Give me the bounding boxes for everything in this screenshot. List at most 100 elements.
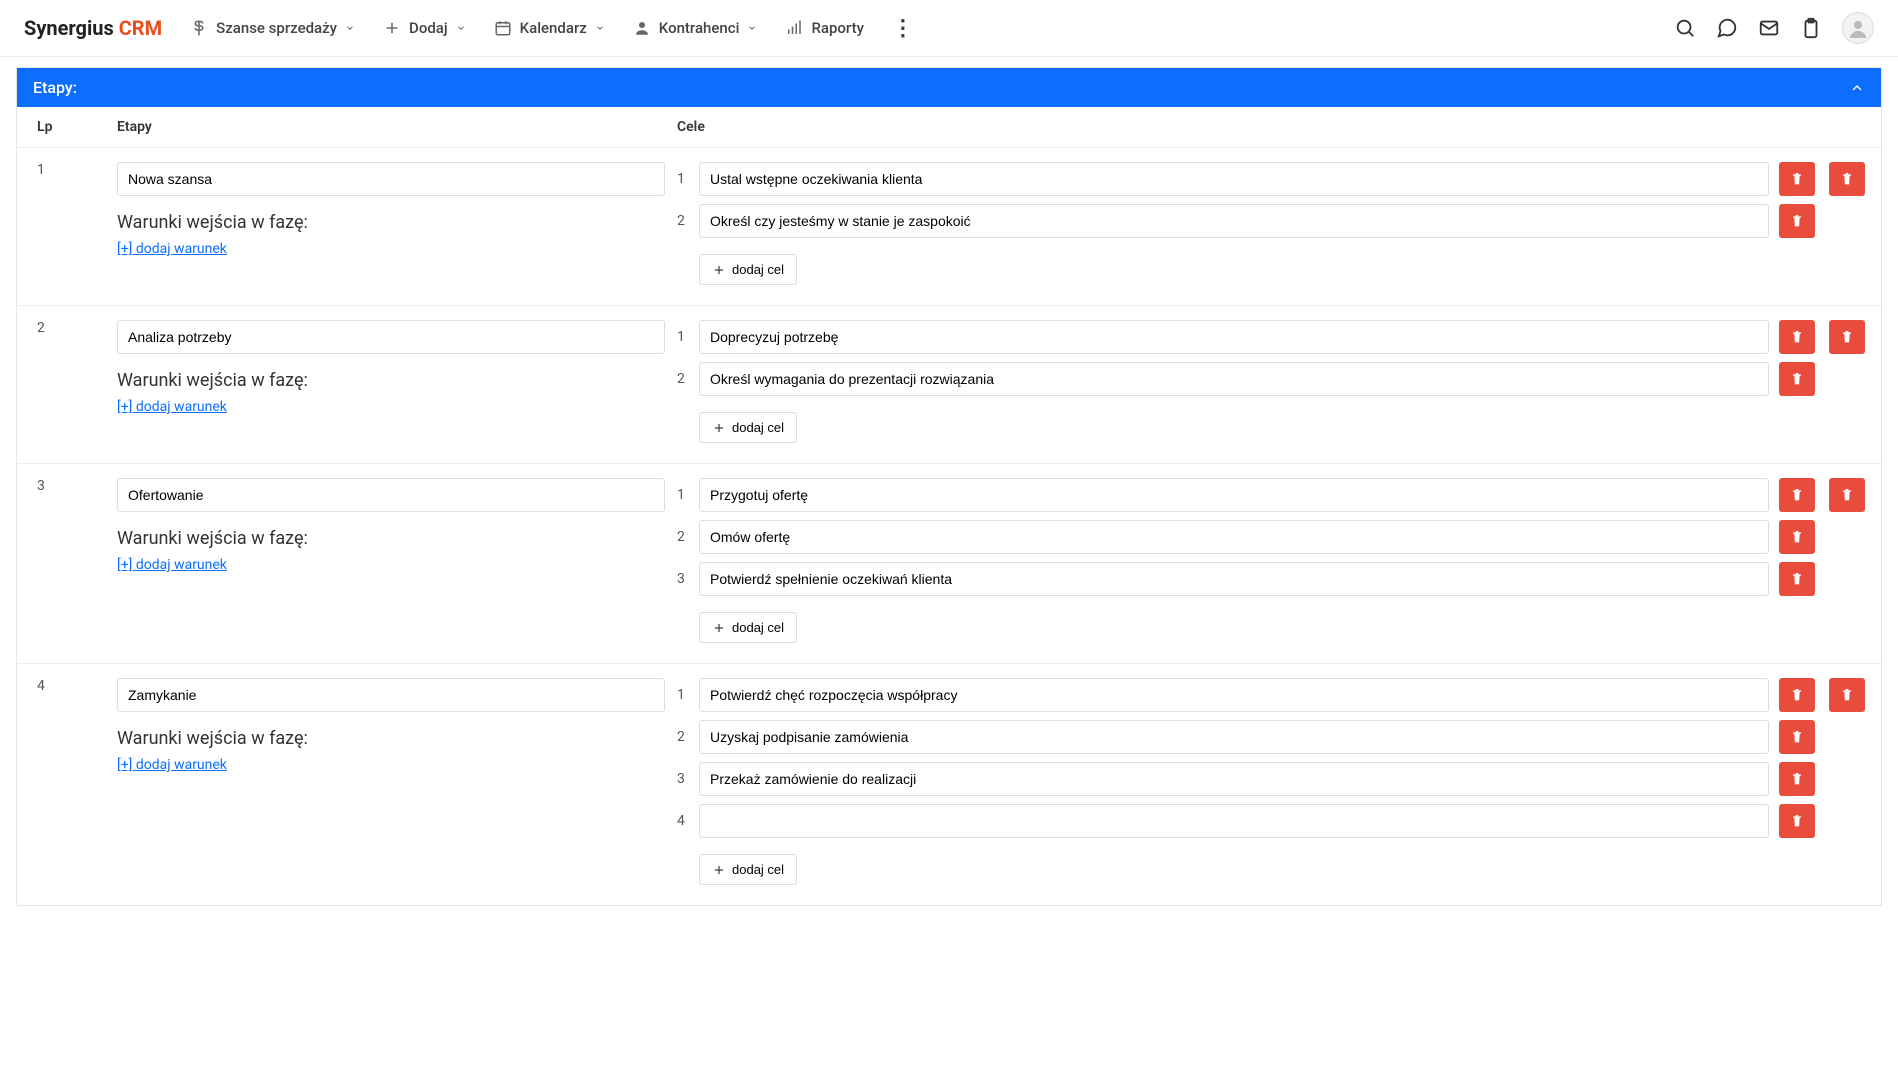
goal-input[interactable]: [699, 320, 1769, 354]
stage-lp: 3: [37, 478, 117, 643]
avatar[interactable]: [1842, 12, 1874, 44]
add-goal-button[interactable]: dodaj cel: [699, 254, 797, 285]
brand-part1: Synergius: [24, 16, 114, 40]
goal-item: 1: [677, 678, 1815, 712]
goal-input[interactable]: [699, 762, 1769, 796]
nav-calendar[interactable]: Kalendarz: [494, 19, 605, 37]
plus-icon: [712, 621, 726, 635]
goal-input[interactable]: [699, 720, 1769, 754]
goal-input[interactable]: [699, 678, 1769, 712]
goal-number: 1: [677, 171, 689, 187]
delete-goal-button[interactable]: [1779, 320, 1815, 354]
add-condition-link[interactable]: [+] dodaj warunek: [117, 757, 227, 773]
goal-item: 2: [677, 362, 1815, 396]
stage-name-input[interactable]: [117, 320, 665, 354]
nav-add-label: Dodaj: [409, 19, 448, 37]
add-goal-label: dodaj cel: [732, 862, 784, 877]
goal-input[interactable]: [699, 520, 1769, 554]
delete-goal-button[interactable]: [1779, 762, 1815, 796]
delete-goal-button[interactable]: [1779, 478, 1815, 512]
goal-item: 3: [677, 762, 1815, 796]
goal-item: 1: [677, 478, 1815, 512]
trash-icon: [1789, 687, 1805, 703]
goals-column: 1234dodaj cel: [677, 678, 1865, 885]
stage-name-input[interactable]: [117, 478, 665, 512]
add-condition-link[interactable]: [+] dodaj warunek: [117, 241, 227, 257]
goals-list: 12dodaj cel: [677, 162, 1815, 285]
panel-header[interactable]: Etapy:: [17, 68, 1881, 107]
goals-column: 123dodaj cel: [677, 478, 1865, 643]
delete-goal-button[interactable]: [1779, 562, 1815, 596]
nav-opportunities[interactable]: Szanse sprzedaży: [190, 19, 355, 37]
nav-reports[interactable]: Raporty: [785, 19, 863, 37]
stage-row: 1 Warunki wejścia w fazę: [+] dodaj warune…: [17, 147, 1881, 305]
stage-row: 3Warunki wejścia w fazę: [+] dodaj warune…: [17, 463, 1881, 663]
nav-add[interactable]: Dodaj: [383, 19, 466, 37]
trash-icon: [1789, 487, 1805, 503]
stage-row: 4 Warunki wejścia w fazę: [+] dodaj warune…: [17, 663, 1881, 905]
mail-icon[interactable]: [1758, 17, 1780, 39]
plus-icon: [712, 863, 726, 877]
goal-number: 4: [677, 813, 689, 829]
delete-goal-button[interactable]: [1779, 520, 1815, 554]
delete-goal-button[interactable]: [1779, 678, 1815, 712]
delete-stage-button[interactable]: [1829, 478, 1865, 512]
trash-icon: [1789, 771, 1805, 787]
header-stages: Etapy: [117, 119, 677, 135]
more-menu[interactable]: ⋮: [892, 16, 914, 41]
add-goal-button[interactable]: dodaj cel: [699, 612, 797, 643]
stage-name-input[interactable]: [117, 162, 665, 196]
goal-input[interactable]: [699, 162, 1769, 196]
trash-icon: [1789, 729, 1805, 745]
stage-name-input[interactable]: [117, 678, 665, 712]
plus-icon: [712, 421, 726, 435]
brand-part2: CRM: [119, 16, 162, 40]
stage-row: 2Warunki wejścia w fazę:[+] dodaj warune…: [17, 305, 1881, 463]
goal-item: 1: [677, 162, 1815, 196]
stage-column: Warunki wejścia w fazę:[+] dodaj warunek: [117, 320, 677, 443]
goal-item: 2: [677, 520, 1815, 554]
goal-number: 2: [677, 371, 689, 387]
goal-item: 1: [677, 320, 1815, 354]
nav-calendar-label: Kalendarz: [520, 19, 587, 37]
delete-stage-button[interactable]: [1829, 162, 1865, 196]
dollar-icon: [190, 19, 208, 37]
goal-input[interactable]: [699, 478, 1769, 512]
conditions-title: Warunki wejścia w fazę:: [117, 728, 677, 749]
person-icon: [633, 19, 651, 37]
trash-icon: [1789, 371, 1805, 387]
delete-stage-button[interactable]: [1829, 678, 1865, 712]
delete-goal-button[interactable]: [1779, 362, 1815, 396]
delete-stage-button[interactable]: [1829, 320, 1865, 354]
delete-goal-button[interactable]: [1779, 720, 1815, 754]
goal-input[interactable]: [699, 362, 1769, 396]
chevron-down-icon: [456, 23, 466, 33]
trash-icon: [1839, 171, 1855, 187]
search-icon[interactable]: [1674, 17, 1696, 39]
conditions-title: Warunki wejścia w fazę:: [117, 528, 677, 549]
chat-icon[interactable]: [1716, 17, 1738, 39]
nav-reports-label: Raporty: [811, 19, 863, 37]
clipboard-icon[interactable]: [1800, 17, 1822, 39]
add-goal-label: dodaj cel: [732, 620, 784, 635]
stage-column: Warunki wejścia w fazę: [+] dodaj warunek: [117, 478, 677, 643]
trash-icon: [1839, 687, 1855, 703]
goal-input[interactable]: [699, 562, 1769, 596]
add-goal-button[interactable]: dodaj cel: [699, 412, 797, 443]
add-goal-button[interactable]: dodaj cel: [699, 854, 797, 885]
trash-icon: [1789, 329, 1805, 345]
nav-contractors[interactable]: Kontrahenci: [633, 19, 758, 37]
delete-goal-button[interactable]: [1779, 162, 1815, 196]
nav-opportunities-label: Szanse sprzedaży: [216, 19, 337, 37]
goal-input[interactable]: [699, 204, 1769, 238]
delete-goal-button[interactable]: [1779, 204, 1815, 238]
trash-icon: [1789, 213, 1805, 229]
chevron-down-icon: [747, 23, 757, 33]
add-condition-link[interactable]: [+] dodaj warunek: [117, 557, 227, 573]
add-condition-link[interactable]: [+] dodaj warunek: [117, 399, 227, 415]
chevron-up-icon[interactable]: [1849, 80, 1865, 96]
goal-number: 2: [677, 529, 689, 545]
goal-input[interactable]: [699, 804, 1769, 838]
conditions-title: Warunki wejścia w fazę:: [117, 212, 677, 233]
delete-goal-button[interactable]: [1779, 804, 1815, 838]
